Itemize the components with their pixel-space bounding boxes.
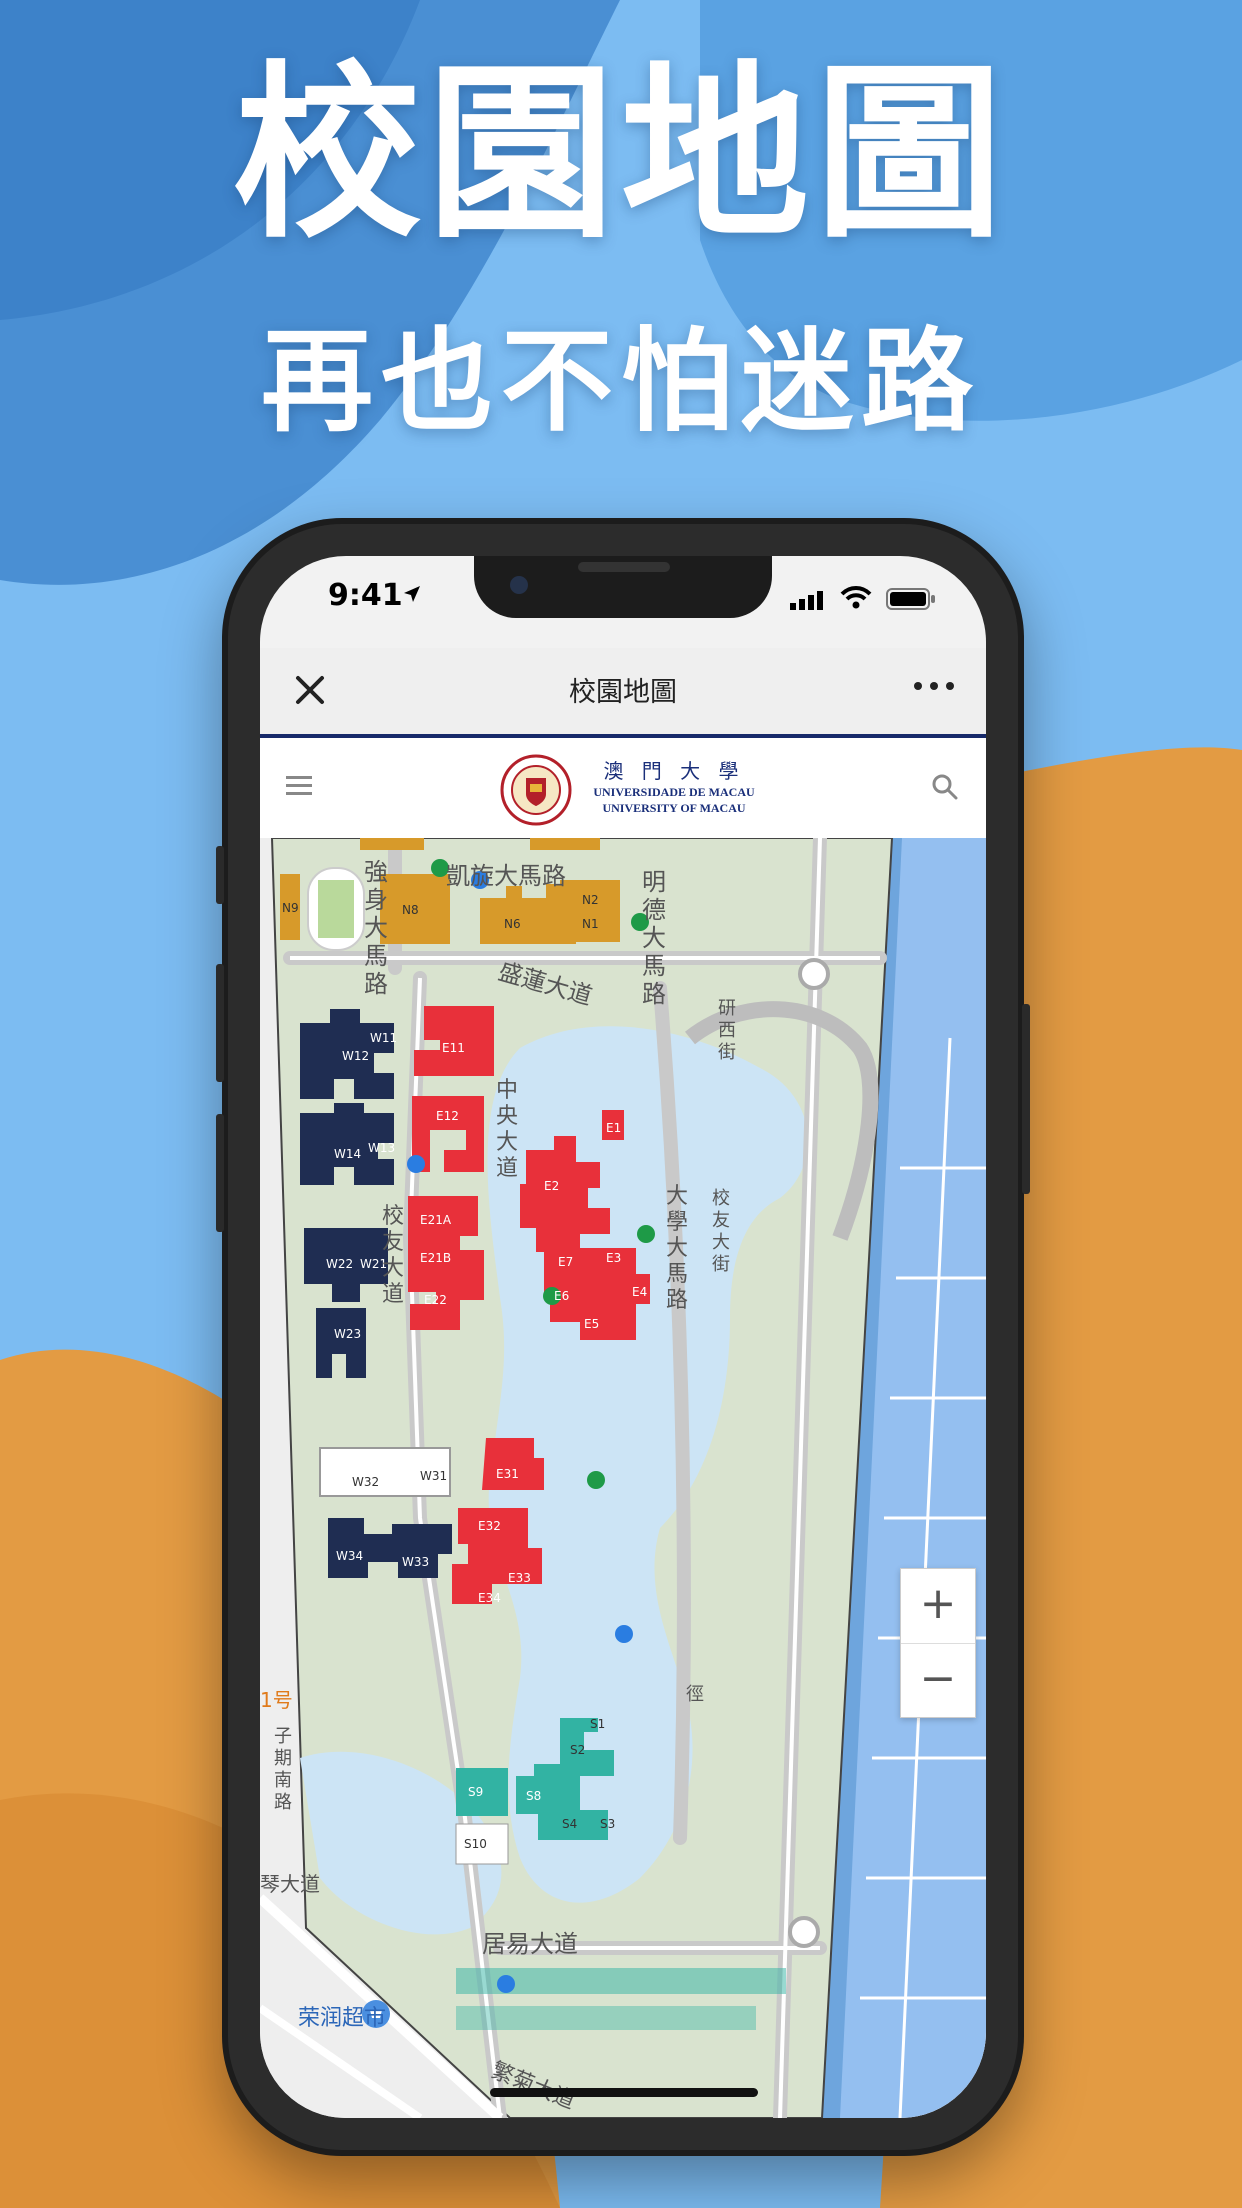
search-icon[interactable] — [932, 774, 958, 800]
label-E22: E22 — [424, 1293, 447, 1307]
label-E21A: E21A — [420, 1213, 452, 1227]
label-N9: N9 — [282, 901, 299, 915]
label-E2: E2 — [544, 1179, 559, 1193]
label-S10: S10 — [464, 1837, 487, 1851]
more-options-icon[interactable] — [912, 680, 956, 692]
university-seal-icon — [500, 754, 572, 826]
label-W23: W23 — [334, 1327, 361, 1341]
campus-map[interactable]: N9 N8 N6 N2 N1 E11 E12 E21A E21B E22 E2 … — [260, 838, 986, 2118]
label-W32: W32 — [352, 1475, 379, 1489]
label-S2: S2 — [570, 1743, 585, 1757]
road-ju-yi: 居易大道 — [482, 1930, 578, 1958]
road-zi-qi-south: 子期南路 — [274, 1726, 292, 1813]
zoom-control: + − — [900, 1568, 976, 1718]
label-E12: E12 — [436, 1109, 459, 1123]
building-N2-N1 — [560, 880, 620, 942]
road-xiao-you: 校友大道 — [382, 1204, 405, 1307]
phone-notch — [474, 556, 772, 618]
label-E21B: E21B — [420, 1251, 451, 1265]
university-name-en: UNIVERSITY OF MACAU — [602, 801, 746, 815]
label-W11: W11 — [370, 1031, 397, 1045]
road-qin: 琴大道 — [260, 1872, 320, 1896]
road-zhong-yang: 中央大道 — [496, 1078, 519, 1181]
supermarket-label[interactable]: 荣润超市 — [298, 2000, 386, 2032]
label-S8: S8 — [526, 1789, 541, 1803]
label-E31: E31 — [496, 1467, 519, 1481]
university-logo[interactable]: 澳 門 大 學 UNIVERSIDADE DE MACAU UNIVERSITY… — [500, 754, 755, 826]
label-N1: N1 — [582, 917, 599, 931]
phone-screen: N9 N8 N6 N2 N1 E11 E12 E21A E21B E22 E2 … — [260, 556, 986, 2118]
mute-switch — [216, 846, 224, 904]
status-time: 9:41 — [328, 578, 403, 613]
road-yan-xi: 研西街 — [718, 998, 736, 1063]
label-N2: N2 — [582, 893, 599, 907]
home-indicator[interactable] — [490, 2088, 758, 2097]
location-arrow-icon — [404, 586, 420, 602]
map-canvas: N9 N8 N6 N2 N1 E11 E12 E21A E21B E22 E2 … — [260, 838, 986, 2118]
line-label: 1号 — [260, 1688, 293, 1712]
road-xiao-you-street: 校友大街 — [712, 1188, 730, 1275]
label-E1: E1 — [606, 1121, 621, 1135]
label-S4: S4 — [562, 1817, 577, 1831]
parking-P4 — [407, 1155, 425, 1173]
road-da-xue: 大學大馬路 — [666, 1184, 689, 1313]
label-E5: E5 — [584, 1317, 599, 1331]
label-W13: W13 — [368, 1141, 395, 1155]
zoom-in-button[interactable]: + — [901, 1569, 975, 1643]
label-W31: W31 — [420, 1469, 447, 1483]
navigation-bar: 校園地圖 — [260, 648, 986, 738]
road-ming-de: 明德大馬路 — [642, 868, 666, 1008]
cellular-signal-icon — [790, 591, 823, 610]
label-N8: N8 — [402, 903, 419, 917]
label-E32: E32 — [478, 1519, 501, 1533]
wifi-icon — [840, 586, 872, 609]
road-qiang-shen: 強身大馬路 — [364, 858, 388, 998]
label-N6: N6 — [504, 917, 521, 931]
university-name: 澳 門 大 學 UNIVERSIDADE DE MACAU UNIVERSITY… — [584, 758, 764, 816]
university-header: 澳 門 大 學 UNIVERSIDADE DE MACAU UNIVERSITY… — [260, 738, 986, 838]
label-S9: S9 — [468, 1785, 483, 1799]
label-E3: E3 — [606, 1251, 621, 1265]
label-E33: E33 — [508, 1571, 531, 1585]
label-E4: E4 — [632, 1285, 647, 1299]
headline-title: 校園地圖 — [233, 45, 1009, 264]
nav-title: 校園地圖 — [569, 677, 677, 708]
parking-P7 — [587, 1471, 605, 1489]
parking-P5 — [637, 1225, 655, 1243]
volume-down-button — [216, 1114, 224, 1232]
battery-icon — [886, 588, 935, 610]
road-kai-xuan: 凱旋大馬路 — [446, 862, 566, 890]
label-W34: W34 — [336, 1549, 363, 1563]
label-E11: E11 — [442, 1041, 465, 1055]
label-W14: W14 — [334, 1147, 361, 1161]
label-S3: S3 — [600, 1817, 615, 1831]
volume-up-button — [216, 964, 224, 1082]
label-S1: S1 — [590, 1717, 605, 1731]
road-jing: 徑 — [686, 1684, 704, 1705]
label-E7: E7 — [558, 1255, 573, 1269]
university-name-pt: UNIVERSIDADE DE MACAU — [593, 785, 755, 799]
label-E34: E34 — [478, 1591, 501, 1605]
power-button — [1022, 1004, 1030, 1194]
label-E6: E6 — [554, 1289, 569, 1303]
headline-subtitle: 再也不怕迷路 — [261, 317, 981, 447]
zoom-out-button[interactable]: − — [901, 1643, 975, 1718]
label-W12: W12 — [342, 1049, 369, 1063]
label-W33: W33 — [402, 1555, 429, 1569]
hamburger-menu-icon[interactable] — [286, 776, 312, 796]
label-W22: W22 — [326, 1257, 353, 1271]
university-name-cn: 澳 門 大 學 — [603, 759, 745, 783]
